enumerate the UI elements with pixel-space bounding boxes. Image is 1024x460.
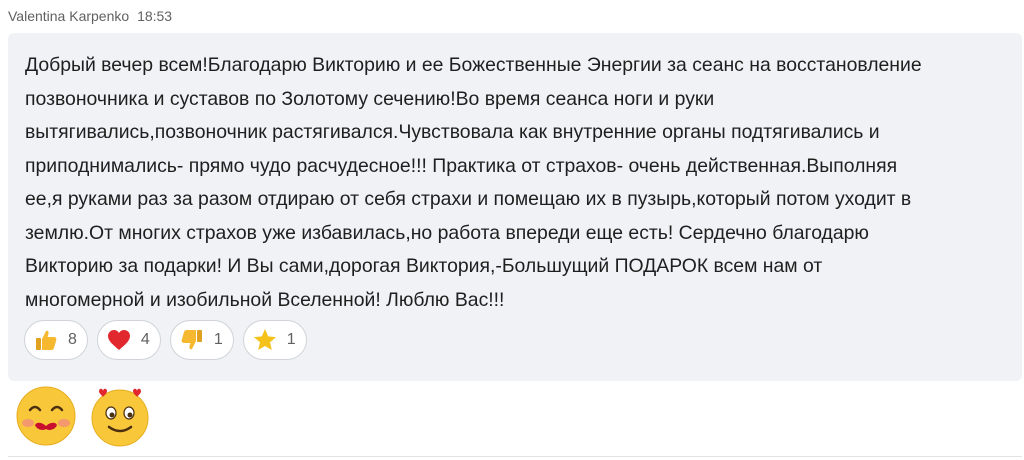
- reaction-heart[interactable]: 4: [96, 320, 161, 360]
- sticker-row: [15, 385, 151, 447]
- reactions-bar: 8 4 1 1: [24, 320, 307, 360]
- message-text: Добрый вечер всем!Благодарю Викторию и е…: [25, 54, 922, 311]
- heart-eyes-face-icon[interactable]: [89, 385, 151, 447]
- reaction-dislike-count: 1: [213, 331, 223, 348]
- reaction-heart-count: 4: [140, 331, 150, 348]
- reaction-like[interactable]: 8: [24, 320, 88, 360]
- message-header: Valentina Karpenko 18:53: [8, 8, 172, 24]
- divider: [8, 456, 1022, 457]
- kissing-face-icon[interactable]: [15, 385, 77, 447]
- message-bubble: Добрый вечер всем!Благодарю Викторию и е…: [8, 33, 1022, 381]
- reaction-dislike[interactable]: 1: [169, 320, 234, 360]
- star-icon: [251, 326, 279, 354]
- reaction-star[interactable]: 1: [242, 320, 307, 360]
- heart-icon: [105, 326, 133, 354]
- author-name[interactable]: Valentina Karpenko: [8, 8, 129, 24]
- reaction-star-count: 1: [286, 331, 296, 348]
- reaction-like-count: 8: [68, 331, 77, 348]
- message-time: 18:53: [137, 8, 173, 24]
- thumbs-up-icon: [32, 326, 60, 354]
- thumbs-down-icon: [178, 326, 206, 354]
